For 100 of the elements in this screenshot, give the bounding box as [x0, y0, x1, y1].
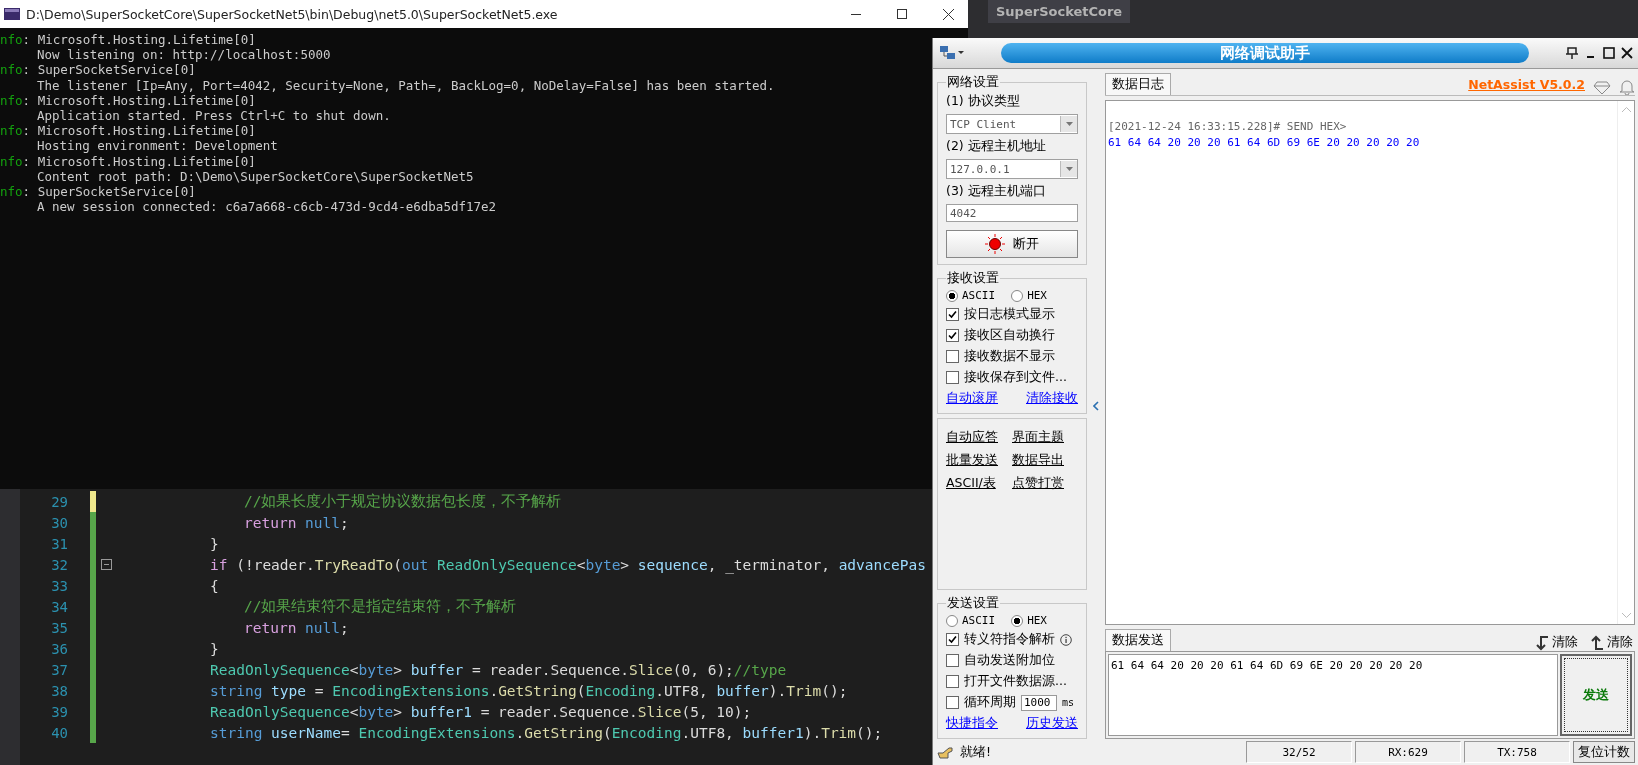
checkbox[interactable]: 打开文件数据源...	[946, 673, 1078, 690]
radio-button[interactable]	[1011, 614, 1024, 627]
line-number: 36	[50, 640, 69, 657]
period-field[interactable]: 1000	[1021, 694, 1057, 711]
log-level: nfo	[0, 153, 23, 169]
host-select[interactable]: 127.0.0.1	[946, 159, 1078, 179]
collapse-icon[interactable]	[100, 559, 112, 570]
checkmark-icon	[948, 331, 957, 340]
link[interactable]: 自动滚屏	[946, 390, 998, 407]
checkmark-icon	[948, 310, 957, 319]
log-message: The listener [Ip=Any, Port=4042, Security=None, Path=, BackLog=0, NoDelay=False] has been started.	[36, 77, 775, 93]
send-field[interactable]: 61 64 64 20 20 20 61 64 6D 69 6E 20 20 20 20 20	[1108, 654, 1558, 736]
code-line: if (!reader.TryReadTo(out ReadOnlySequence<byte> sequence, _terminator, advancePas	[210, 556, 926, 573]
checkbox[interactable]: 接收数据不显示	[946, 348, 1078, 365]
log-message: Application started. Press Ctrl+C to shut down.	[36, 108, 391, 124]
log-level: nfo	[0, 62, 23, 78]
code-line: ReadOnlySequence<byte> buffer1 = reader.Sequence.Slice(5, 10);	[210, 703, 752, 720]
unit-label: ms	[1062, 697, 1075, 708]
checkbox[interactable]: 自动发送附加位	[946, 652, 1078, 669]
send-button[interactable]: 发送	[1560, 654, 1632, 736]
log-source: Microsoft.Hosting.Lifetime[0]	[36, 123, 256, 139]
group-title: 网络设置	[946, 73, 1000, 91]
send-tab[interactable]: 数据发送	[1105, 629, 1171, 651]
log-source: Microsoft.Hosting.Lifetime[0]	[36, 92, 256, 108]
protocol-select[interactable]: TCP Client	[946, 114, 1078, 134]
dropdown-arrow-icon	[1065, 167, 1073, 171]
bent-arrow-up-icon	[1590, 634, 1604, 651]
close-button[interactable]	[1621, 47, 1633, 59]
link[interactable]: 点赞打赏	[1012, 475, 1078, 492]
pin-icon[interactable]	[1565, 46, 1579, 60]
radio-button[interactable]	[1011, 289, 1024, 302]
radio-label[interactable]: HEX	[1027, 614, 1047, 627]
log-header: [2021-12-24 16:33:15.228]# SEND HEX>	[1108, 119, 1348, 135]
link[interactable]: 界面主题	[1012, 429, 1078, 446]
link[interactable]: 数据导出	[1012, 452, 1078, 469]
link[interactable]: 历史发送	[1026, 715, 1078, 732]
bent-arrow-down-icon	[1535, 634, 1549, 651]
checkbox[interactable]: 接收区自动换行	[946, 327, 1078, 344]
log-data: 61 64 64 20 20 20 61 64 6D 69 6E 20 20 20 20 20	[1108, 135, 1421, 151]
line-number: 31	[50, 535, 69, 552]
radio-label[interactable]: ASCII	[962, 289, 996, 302]
group-title: 发送设置	[946, 594, 1000, 612]
line-number: 35	[50, 619, 69, 636]
network-icon[interactable]	[939, 45, 965, 61]
log-separator: :	[22, 184, 31, 200]
group-title: 接收设置	[946, 269, 1000, 287]
console-icon	[4, 8, 20, 20]
tx-count: TX:758	[1464, 741, 1570, 763]
clear-button[interactable]: 清除	[1533, 634, 1580, 651]
link[interactable]: 自动应答	[946, 429, 1012, 446]
checkbox[interactable]: 循环周期	[946, 694, 1016, 711]
code-line: return null;	[244, 514, 349, 531]
port-field[interactable]: 4042	[946, 204, 1078, 222]
log-separator: :	[22, 92, 31, 108]
log-level: nfo	[0, 184, 23, 200]
link[interactable]: ASCII/表	[946, 475, 1012, 492]
diamond-icon[interactable]	[1593, 81, 1611, 95]
maximize-button[interactable]	[1603, 47, 1615, 59]
line-number: 37	[50, 661, 69, 678]
radio-button[interactable]	[946, 289, 958, 302]
rx-count: RX:629	[1355, 741, 1461, 763]
code-line: //如果长度小于规定协议数据包长度，不予解析	[244, 492, 562, 511]
line-number: 30	[50, 514, 69, 531]
close-button[interactable]	[942, 8, 954, 20]
checkbox[interactable]: 按日志模式显示	[946, 306, 1078, 323]
link[interactable]: 批量发送	[946, 452, 1012, 469]
log-message: Content root path: D:\Demo\SuperSocketCore\SuperSocketNet5	[36, 168, 474, 185]
line-number: 29	[50, 493, 69, 510]
clear-button[interactable]: 清除	[1588, 634, 1635, 651]
disconnect-button[interactable]: 断开	[946, 230, 1078, 258]
radio-button[interactable]	[946, 614, 958, 627]
code-line: }	[210, 640, 219, 657]
maximize-button[interactable]	[897, 9, 907, 19]
log-source: SuperSocketService[0]	[36, 62, 196, 78]
code-line: string userName= EncodingExtensions.GetString(Encoding.UTF8, buffer1).Trim();	[210, 724, 883, 741]
log-tab[interactable]: 数据日志	[1105, 73, 1171, 95]
log-separator: :	[22, 32, 31, 48]
radio-label[interactable]: ASCII	[962, 614, 996, 627]
log-separator: :	[22, 153, 31, 169]
line-number: 40	[50, 724, 69, 741]
link[interactable]: 清除接收	[1026, 390, 1078, 407]
window-title: 网络调试助手	[1001, 43, 1529, 63]
checkbox[interactable]: 转义符指令解析	[946, 631, 1055, 648]
field-label: (2) 远程主机地址	[946, 138, 1047, 155]
info-icon[interactable]	[1060, 633, 1072, 646]
code-line: //如果结束符不是指定结束符，不予解析	[244, 597, 517, 616]
collapse-icon[interactable]	[1093, 401, 1099, 411]
radio-label[interactable]: HEX	[1027, 289, 1047, 302]
log-source: SuperSocketService[0]	[36, 184, 196, 200]
log-level: nfo	[0, 32, 23, 48]
link[interactable]: 快捷指令	[946, 715, 998, 732]
reset-button[interactable]: 复位计数	[1573, 741, 1635, 763]
code-line: ReadOnlySequence<byte> buffer = reader.Sequence.Slice(0, 6);//type	[210, 661, 787, 678]
checkbox[interactable]: 接收保存到文件...	[946, 369, 1078, 386]
log-message: A new session connected: c6a7a668-c6cb-473d-9cd4-e6dba5df17e2	[36, 199, 497, 215]
code-line: {	[210, 577, 219, 594]
minimize-button[interactable]	[851, 13, 861, 15]
window-title: D:\Demo\SuperSocketCore\SuperSocketNet5\bin\Debug\net5.0\SuperSocketNet5.exe	[26, 6, 559, 22]
project-tab[interactable]: SuperSocketCore	[988, 0, 1131, 23]
code-line: return null;	[244, 619, 349, 636]
